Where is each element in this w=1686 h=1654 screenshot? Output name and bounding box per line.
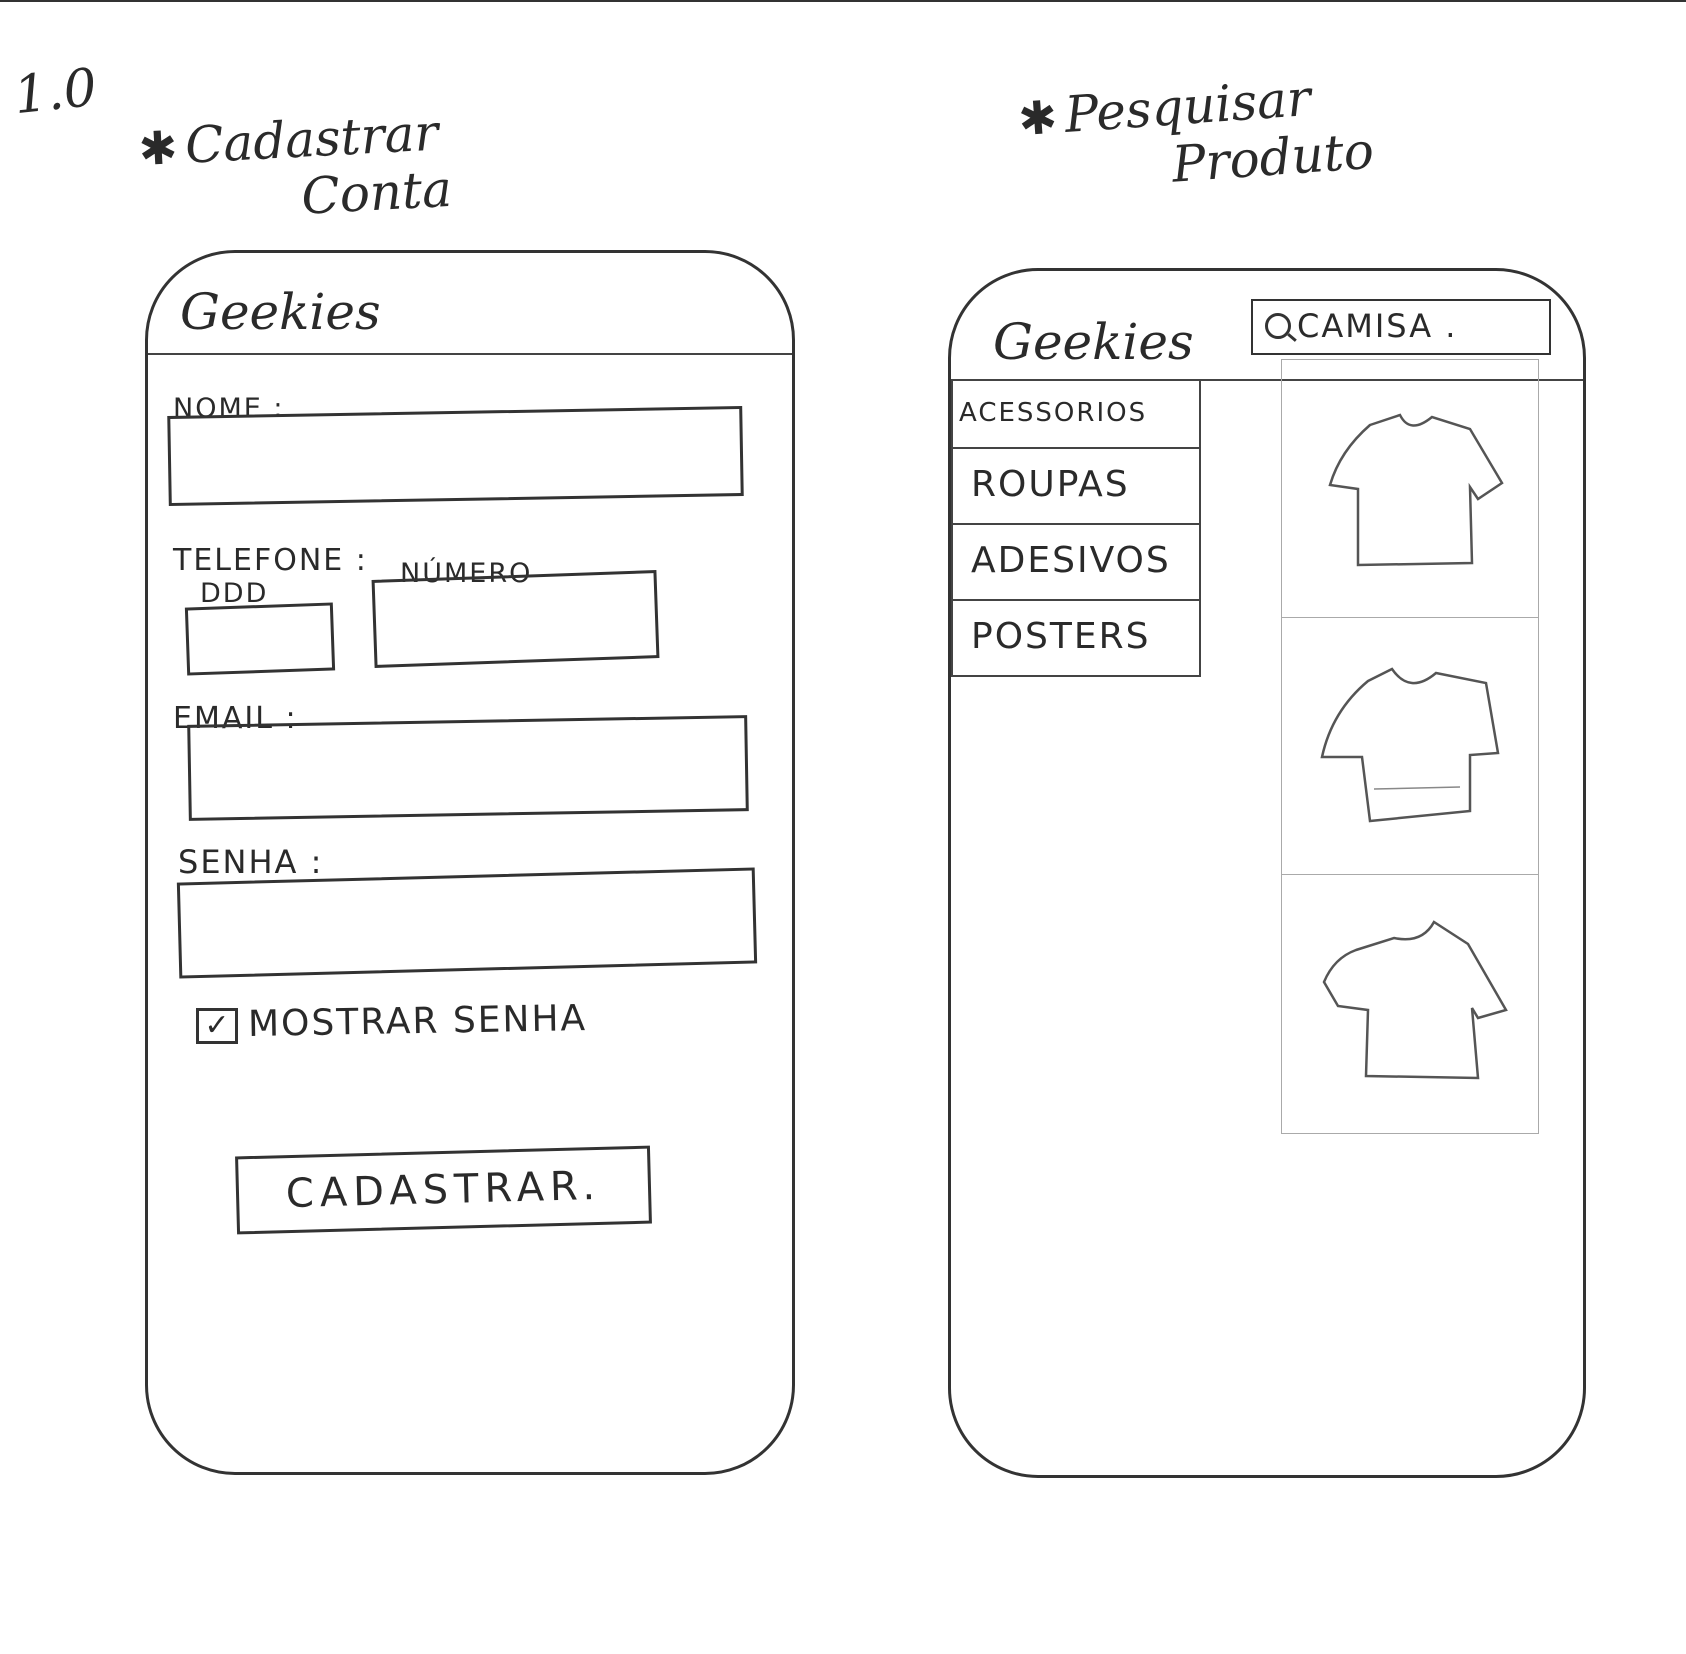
search-input[interactable]: CAMISA . [1251,299,1551,355]
category-item-adesivos[interactable]: ADESIVOS [951,525,1201,601]
heading-pesquisar-produto: ✱Pesquisar Produto [1016,66,1376,203]
brand-logo: Geekies [993,313,1194,371]
category-menu: ACESSORIOS ROUPAS ADESIVOS POSTERS [951,381,1201,677]
version-label: 1.0 [11,57,100,127]
ddd-input[interactable] [184,602,336,676]
email-input[interactable] [187,715,749,821]
phone-number-input[interactable] [371,570,660,668]
tshirt-icon [1328,413,1504,567]
product-card[interactable] [1282,875,1538,1133]
top-border [0,0,1686,2]
heading-cadastrar-conta: ✱ Cadastrar Conta [137,104,453,233]
checkmark-icon: ✓ [204,1008,230,1043]
app-header: Geekies [148,253,792,355]
category-item-posters[interactable]: POSTERS [951,601,1201,677]
phone-label: TELEFONE : [173,543,368,578]
show-password-checkbox[interactable]: ✓ [196,1008,238,1044]
search-phone-frame: Geekies CAMISA . ACESSORIOS ROUPAS ADESI… [948,268,1586,1478]
search-icon [1265,313,1291,339]
password-input[interactable] [176,867,758,979]
tshirt-icon [1322,920,1508,1080]
product-card[interactable] [1282,618,1538,876]
category-item-roupas[interactable]: ROUPAS [951,449,1201,525]
product-results-list [1281,359,1539,1134]
show-password-label: MOSTRAR SENHA [247,998,588,1045]
cadastrar-button[interactable]: CADASTRAR. [235,1145,652,1235]
tshirt-icon [1320,667,1500,823]
signup-phone-frame: Geekies NOME : TELEFONE : DDD NÚMERO EMA… [145,250,795,1475]
name-input[interactable] [167,405,744,507]
search-value: CAMISA . [1297,307,1458,345]
brand-logo: Geekies [180,283,381,341]
password-label: SENHA : [178,843,324,881]
asterisk-icon: ✱ [1016,89,1059,147]
product-card[interactable] [1282,360,1538,618]
asterisk-icon: ✱ [137,120,179,177]
category-item-acessorios[interactable]: ACESSORIOS [951,381,1201,449]
